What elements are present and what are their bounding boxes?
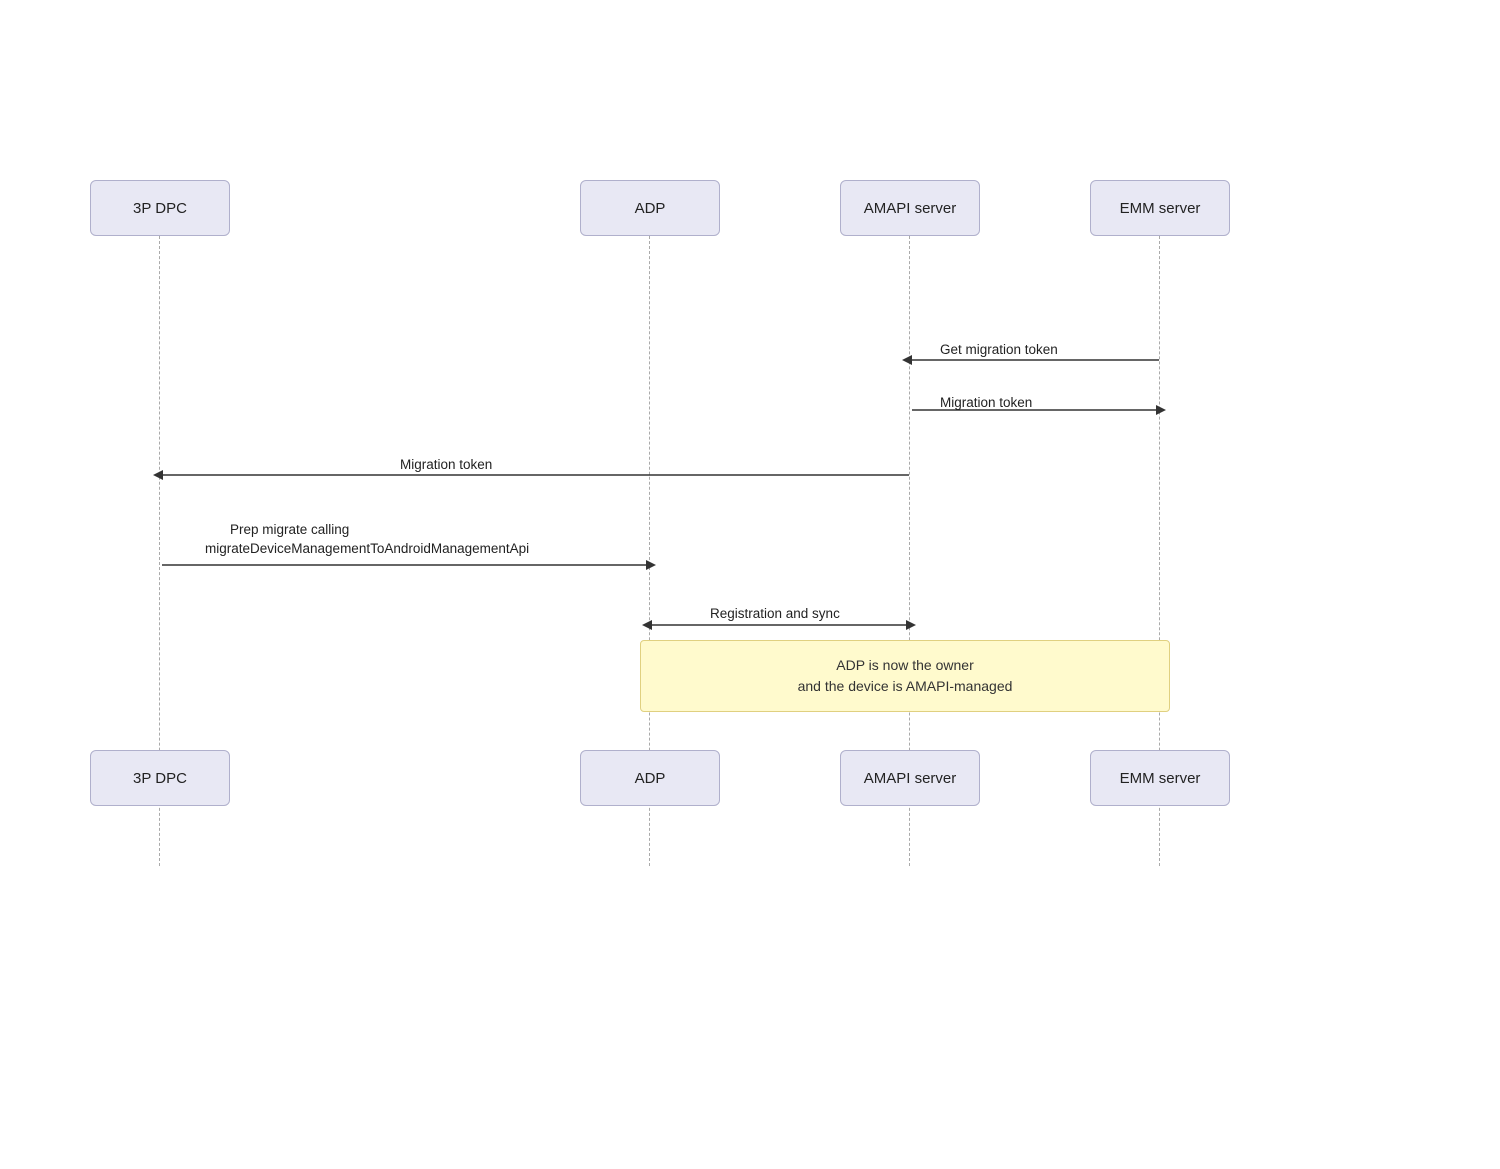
msg4-label1: Prep migrate calling (230, 522, 349, 537)
msg3-label: Migration token (400, 457, 492, 472)
highlight-line2: and the device is AMAPI-managed (798, 676, 1013, 697)
highlight-box: ADP is now the owner and the device is A… (640, 640, 1170, 712)
msg1-label: Get migration token (940, 342, 1058, 357)
arrow-head-msg5-right (906, 620, 916, 630)
sequence-diagram: 3P DPC ADP AMAPI server EMM server G (30, 180, 1470, 980)
actor-3p-dpc-bottom: 3P DPC (90, 750, 230, 806)
arrow-head-msg1 (902, 355, 912, 365)
arrow-head-msg4 (646, 560, 656, 570)
msg5-label: Registration and sync (710, 606, 840, 621)
arrow-head-msg2 (1156, 405, 1166, 415)
arrow-head-msg3 (153, 470, 163, 480)
highlight-line1: ADP is now the owner (836, 655, 973, 676)
msg4-label2: migrateDeviceManagementToAndroidManageme… (205, 541, 529, 556)
arrow-head-msg5-left (642, 620, 652, 630)
actor-adp-bottom: ADP (580, 750, 720, 806)
actor-amapi-bottom: AMAPI server (840, 750, 980, 806)
actor-emm-bottom: EMM server (1090, 750, 1230, 806)
arrows-svg (30, 180, 1470, 980)
msg2-label: Migration token (940, 395, 1032, 410)
